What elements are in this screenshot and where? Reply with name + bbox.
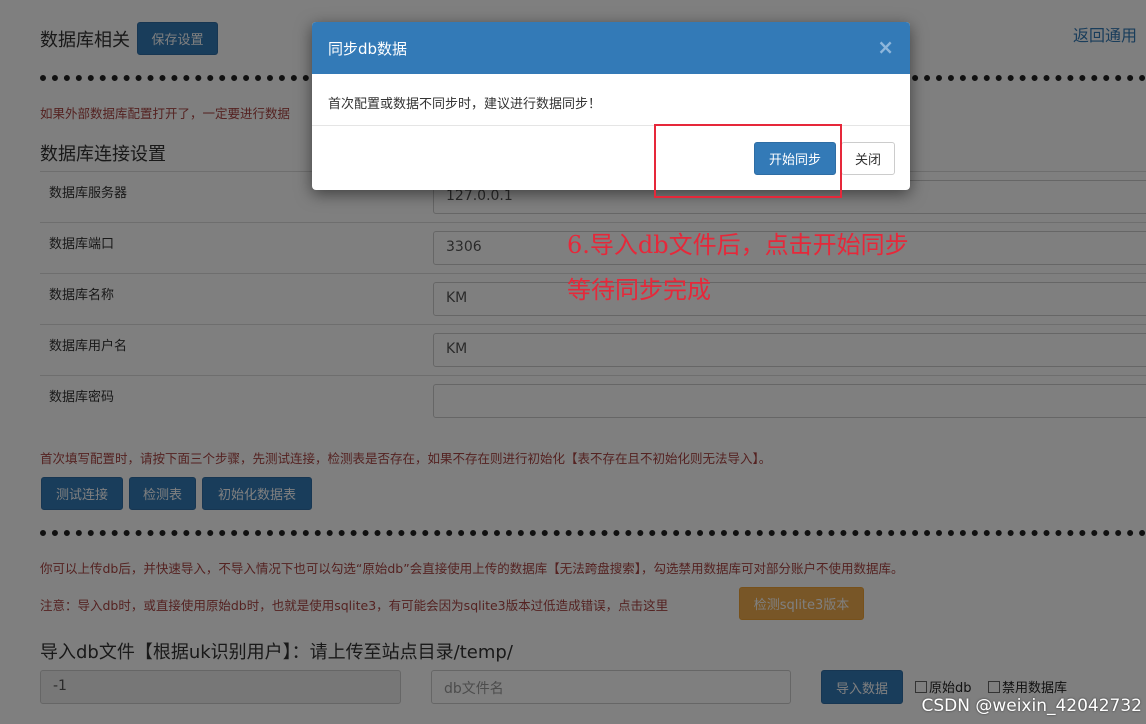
- settings-page: 数据库相关 保存设置 返回通用 如果外部数据库配置打开了，一定要进行数据 数据库…: [0, 0, 1146, 724]
- modal-header: 同步db数据 ×: [312, 22, 910, 74]
- modal-body: 首次配置或数据不同步时，建议进行数据同步！: [312, 74, 910, 126]
- annotation-line-1: 6.导入db文件后，点击开始同步: [567, 231, 909, 259]
- modal-title: 同步db数据: [328, 40, 408, 58]
- close-icon[interactable]: ×: [877, 35, 894, 59]
- annotation-highlight-box: [654, 124, 842, 198]
- csdn-watermark: CSDN @weixin_42042732: [921, 696, 1142, 716]
- annotation-line-2: 等待同步完成: [567, 276, 711, 304]
- modal-close-button[interactable]: 关闭: [841, 142, 895, 175]
- modal-body-text: 首次配置或数据不同步时，建议进行数据同步！: [328, 97, 602, 112]
